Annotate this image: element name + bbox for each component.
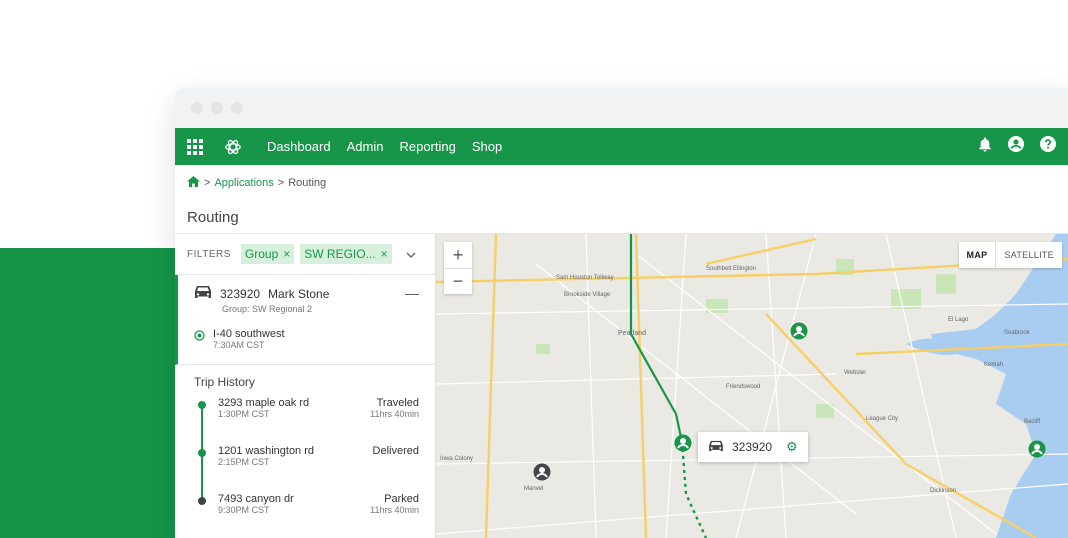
side-panel: FILTERS Group × SW REGIO... × 323920 Mark … — [175, 234, 436, 538]
close-icon[interactable]: × — [283, 247, 290, 261]
apps-grid-icon[interactable] — [175, 138, 215, 155]
location-target-icon — [194, 328, 205, 346]
map-type-satellite[interactable]: SATELLITE — [996, 242, 1062, 268]
vehicle-group: Group: SW Regional 2 — [222, 304, 313, 314]
history-status: Traveled — [376, 397, 419, 409]
trip-history-list: 3293 maple oak rd 1:30PM CST Traveled 11hr… — [175, 397, 435, 538]
zoom-in-button[interactable]: + — [444, 242, 472, 268]
history-address: 1201 washington rd — [218, 445, 315, 457]
breadcrumb-separator: > — [204, 177, 211, 189]
breadcrumb-current: Routing — [288, 177, 327, 189]
map-type-toggle: MAP SATELLITE — [958, 242, 1062, 268]
trip-history-title: Trip History — [194, 375, 255, 389]
car-icon — [708, 440, 724, 455]
history-address: 7493 canyon dr — [218, 493, 294, 505]
history-time: 9:30PM CST — [218, 505, 270, 515]
page-title: Routing — [175, 201, 1068, 234]
map-place-label: Dickinson — [930, 488, 957, 494]
map-place-label: Webster — [844, 370, 867, 376]
filter-chip-group[interactable]: Group × — [240, 244, 295, 264]
history-time: 2:15PM CST — [218, 457, 270, 467]
map-place-label: Sam Houston Tollway — [556, 275, 614, 281]
driver-pin-icon[interactable] — [1028, 440, 1046, 467]
main-content: FILTERS Group × SW REGIO... × 323920 Mark … — [175, 234, 1068, 538]
breadcrumb-separator: > — [277, 177, 285, 189]
nav-actions — [978, 136, 1068, 157]
nav-reporting[interactable]: Reporting — [391, 139, 463, 154]
map-view[interactable]: Brookside Village Pearland Friendswood E… — [436, 234, 1068, 538]
driver-name: Mark Stone — [268, 286, 330, 301]
nav-dashboard[interactable]: Dashboard — [259, 139, 339, 154]
map-place-label: Bacliff — [1024, 419, 1041, 425]
map-place-label: League City — [866, 416, 899, 422]
nav-links: Dashboard Admin Reporting Shop — [259, 139, 510, 154]
timeline-dot — [198, 497, 206, 505]
chevron-down-icon[interactable] — [406, 245, 416, 263]
home-icon[interactable] — [187, 176, 200, 190]
chip-label: SW REGIO... — [304, 247, 376, 261]
history-status: Parked — [384, 493, 419, 505]
window-dot — [211, 102, 223, 114]
history-time: 1:30PM CST — [218, 409, 270, 419]
driver-pin-icon[interactable] — [674, 434, 692, 461]
top-nav: Dashboard Admin Reporting Shop — [175, 128, 1068, 165]
window-dot — [191, 102, 203, 114]
nav-admin[interactable]: Admin — [339, 139, 392, 154]
map-place-label: Brookside Village — [564, 292, 611, 298]
list-item[interactable]: 1201 washington rd 2:15PM CST Delivered — [194, 445, 435, 493]
car-icon — [194, 285, 212, 302]
logo-icon[interactable] — [215, 138, 251, 156]
current-location: I-40 southwest — [213, 328, 285, 340]
map-vehicle-id: 323920 — [732, 440, 773, 454]
driver-pin-icon[interactable] — [533, 463, 551, 490]
map-place-label: Friendswood — [726, 384, 761, 390]
timeline-dot — [198, 449, 206, 457]
list-item[interactable]: 3293 maple oak rd 1:30PM CST Traveled 11hr… — [194, 397, 435, 445]
filters-bar: FILTERS Group × SW REGIO... × — [175, 234, 435, 275]
map-place-label: Iowa Colony — [440, 456, 474, 462]
breadcrumb-applications[interactable]: Applications — [214, 177, 273, 189]
vehicle-id: 323920 — [220, 286, 261, 301]
nav-shop[interactable]: Shop — [464, 139, 510, 154]
app-window: Dashboard Admin Reporting Shop > Applica… — [175, 88, 1068, 538]
map-place-label: Kemah — [984, 362, 1004, 368]
gear-icon[interactable]: ⚙ — [786, 439, 798, 455]
timeline-dot — [198, 401, 206, 409]
history-status: Delivered — [372, 445, 419, 457]
list-item[interactable]: 7493 canyon dr 9:30PM CST Parked 11hrs 40m… — [194, 493, 435, 538]
zoom-control: + − — [444, 242, 472, 294]
close-icon[interactable]: × — [381, 247, 388, 261]
help-icon[interactable] — [1040, 136, 1056, 157]
map-place-label: El Lago — [948, 317, 969, 323]
breadcrumb: > Applications > Routing — [175, 165, 1068, 201]
collapse-icon[interactable]: — — [405, 285, 419, 301]
history-duration: 11hrs 40min — [370, 409, 419, 419]
filters-label: FILTERS — [187, 248, 231, 260]
map-place-label: Seabrook — [1004, 330, 1030, 336]
vehicle-map-label[interactable]: 323920 ⚙ — [698, 432, 808, 462]
zoom-out-button[interactable]: − — [444, 268, 472, 294]
bell-icon[interactable] — [978, 137, 992, 157]
background-green-block — [0, 248, 180, 538]
account-icon[interactable] — [1008, 136, 1024, 157]
filter-chip-region[interactable]: SW REGIO... × — [300, 244, 392, 264]
map-type-map[interactable]: MAP — [959, 242, 997, 268]
history-duration: 11hrs 40min — [370, 505, 419, 515]
driver-pin-icon[interactable] — [790, 322, 808, 349]
window-chrome — [175, 88, 1068, 128]
map-place-label: Southbelt Ellington — [706, 266, 757, 272]
window-dot — [231, 102, 243, 114]
history-address: 3293 maple oak rd — [218, 397, 310, 409]
map-place-label: Pearland — [618, 330, 647, 337]
current-location-time: 7:30AM CST — [213, 340, 265, 350]
chip-label: Group — [244, 247, 279, 261]
vehicle-card[interactable]: 323920 Mark Stone Group: SW Regional 2 —… — [175, 275, 435, 365]
